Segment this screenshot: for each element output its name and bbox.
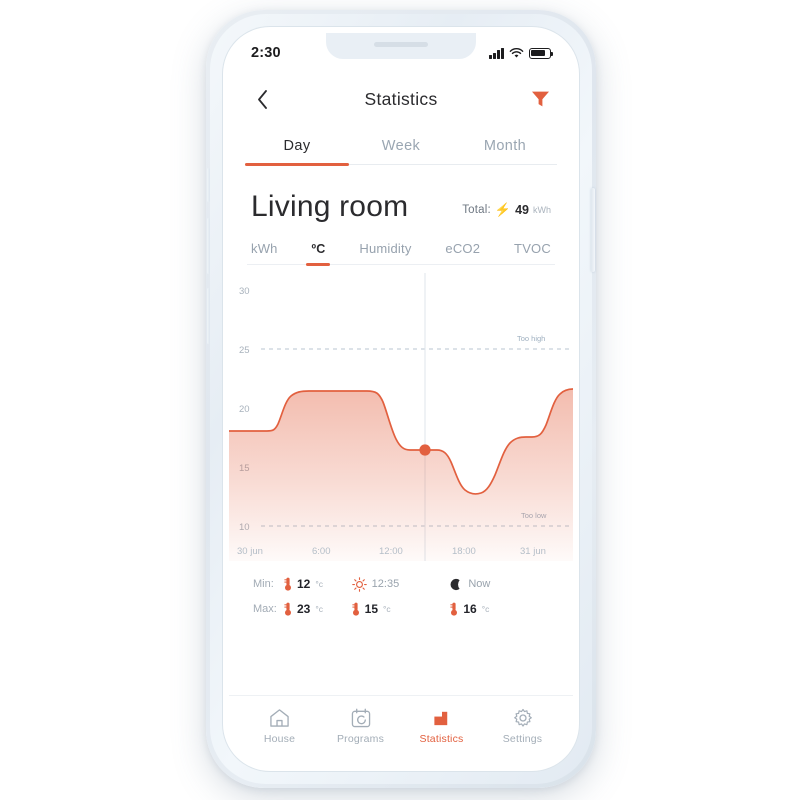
stat-min: Min: 12 °c — [253, 577, 352, 592]
nav-item-programs-label: Programs — [336, 733, 385, 745]
volume-down-button[interactable] — [207, 288, 210, 344]
y-tick-30: 30 — [239, 286, 250, 297]
thermometer-icon — [450, 602, 458, 616]
silent-switch[interactable] — [207, 168, 210, 202]
x-tick-2: 12:00 — [379, 546, 403, 557]
stat-day-time: 12:35 — [351, 576, 451, 592]
tab-month[interactable]: Month — [453, 129, 557, 165]
metric-tab-celsius-label: ºC — [311, 241, 326, 256]
period-tabs: Day Week Month — [229, 125, 573, 166]
stat-now-label: Now — [468, 578, 491, 590]
stat-now: Now — [450, 577, 549, 592]
moon-icon — [450, 578, 460, 590]
stat-min-value: 12 — [297, 577, 311, 591]
x-tick-1: 6:00 — [312, 546, 331, 557]
stat-now-temp-unit: °c — [481, 603, 490, 614]
stat-min-label: Min: — [253, 578, 274, 590]
nav-item-settings-label: Settings — [502, 733, 543, 745]
metric-tab-kwh-label: kWh — [251, 240, 278, 256]
tab-day-label: Day — [283, 138, 311, 154]
nav-item-house-label: House — [263, 733, 296, 745]
x-tick-0: 30 jun — [237, 546, 263, 557]
phone-screen: 2:30 Statistics Day Week Month Living ro… — [229, 33, 573, 765]
stats-summary: Min: 12 °c 12:35 Now Max: 23 °c 15 °c 16… — [229, 561, 573, 616]
bottom-navigation: House Programs Statistics Settings — [229, 695, 573, 765]
stat-day-temp-unit: °c — [383, 603, 391, 614]
total-label: Total: — [462, 203, 491, 216]
calendar-icon — [351, 708, 370, 728]
room-header: Living room Total: ⚡ 49 kWh — [229, 165, 573, 223]
nav-item-house[interactable]: House — [245, 708, 315, 745]
nav-item-settings[interactable]: Settings — [488, 708, 558, 745]
stat-now-temp-value: 16 — [463, 601, 477, 616]
gear-icon — [513, 708, 532, 727]
status-icons — [489, 47, 553, 59]
too-high-label: Too high — [517, 334, 545, 343]
screenshot-stage: 2:30 Statistics Day Week Month Living ro… — [0, 0, 800, 800]
metric-tab-eco2-label: eCO2 — [445, 240, 481, 256]
total-unit: kWh — [533, 204, 551, 215]
power-button[interactable] — [591, 188, 595, 272]
nav-item-statistics[interactable]: Statistics — [407, 708, 477, 745]
stat-day-temp: 15 °c — [352, 602, 451, 616]
y-tick-20: 20 — [239, 404, 250, 415]
tab-week-label: Week — [381, 138, 421, 154]
tab-month-label: Month — [483, 138, 527, 154]
metric-tabs: kWh ºC Humidity eCO2 TVOC — [229, 223, 573, 266]
metric-tab-celsius[interactable]: ºC — [306, 241, 331, 266]
thermometer-icon — [352, 602, 359, 616]
stat-max: Max: 23 °c — [253, 602, 352, 616]
thermometer-icon — [284, 577, 291, 591]
status-time: 2:30 — [251, 45, 281, 61]
stat-max-value: 23 — [297, 601, 311, 616]
temperature-chart[interactable]: 30 25 20 15 10 Too high Too low — [229, 272, 573, 561]
nav-item-statistics-label: Statistics — [419, 733, 464, 745]
stat-day-time-value: 12:35 — [371, 578, 400, 590]
total-consumption: Total: ⚡ 49 kWh — [462, 203, 551, 223]
x-tick-3: 18:00 — [452, 546, 476, 557]
bar-chart-icon — [433, 711, 447, 726]
metric-tab-kwh[interactable]: kWh — [251, 241, 278, 265]
bolt-icon: ⚡ — [494, 202, 512, 217]
chart-canvas: 30 25 20 15 10 Too high Too low — [229, 272, 573, 561]
volume-up-button[interactable] — [207, 218, 210, 274]
signal-icon — [489, 47, 504, 59]
x-tick-4: 31 jun — [520, 546, 546, 557]
metric-tab-tvoc-label: TVOC — [514, 240, 551, 256]
metric-tab-tvoc[interactable]: TVOC — [514, 241, 551, 265]
nav-item-programs[interactable]: Programs — [326, 708, 396, 745]
metric-tab-eco2[interactable]: eCO2 — [445, 241, 480, 265]
current-value-marker[interactable] — [419, 443, 431, 456]
battery-icon — [529, 47, 553, 59]
page-title: Statistics — [364, 88, 438, 109]
y-tick-25: 25 — [239, 345, 250, 356]
app-header: Statistics — [229, 73, 573, 125]
home-icon — [270, 709, 289, 727]
wifi-icon — [509, 47, 524, 58]
stat-max-label: Max: — [253, 602, 277, 615]
metric-tab-humidity-label: Humidity — [359, 240, 412, 256]
room-name: Living room — [251, 190, 409, 223]
metric-tab-humidity[interactable]: Humidity — [359, 241, 411, 265]
thermometer-icon — [284, 602, 291, 616]
status-bar: 2:30 — [229, 33, 573, 73]
total-value: 49 — [515, 202, 529, 217]
stat-max-unit: °c — [315, 603, 324, 614]
sun-icon — [351, 576, 367, 592]
stat-now-temp: 16 °c — [450, 602, 549, 616]
tab-week[interactable]: Week — [349, 129, 453, 165]
stat-day-temp-value: 15 — [364, 601, 379, 616]
stat-min-unit: °c — [315, 579, 324, 589]
tab-day[interactable]: Day — [245, 129, 349, 166]
